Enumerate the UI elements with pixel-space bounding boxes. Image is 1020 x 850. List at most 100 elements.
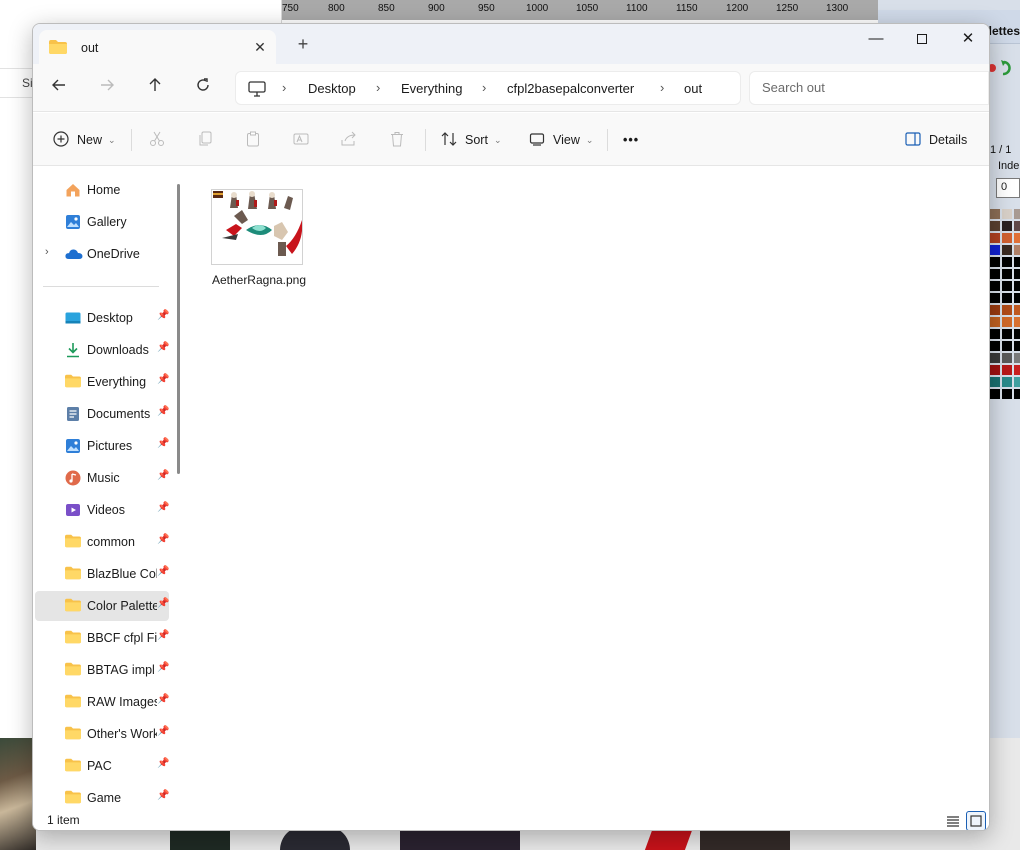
view-button[interactable]: View ⌄ (529, 127, 593, 153)
divider (425, 129, 426, 151)
sidebar-item-everything[interactable]: Everything 📌 (35, 367, 169, 397)
chevron-right-icon[interactable]: › (660, 80, 664, 95)
this-pc-icon[interactable] (248, 81, 266, 100)
rename-icon (293, 131, 309, 150)
chevron-right-icon[interactable]: › (376, 80, 380, 95)
share-button[interactable] (341, 127, 365, 153)
search-box[interactable] (749, 71, 989, 105)
refresh-icon[interactable] (191, 77, 215, 101)
cut-button[interactable] (149, 127, 173, 153)
search-input[interactable] (762, 80, 962, 95)
music-icon (65, 470, 81, 486)
sidebar-item-common[interactable]: common 📌 (35, 527, 169, 557)
new-button[interactable]: New ⌄ (53, 127, 116, 153)
pin-icon[interactable]: 📌 (157, 310, 169, 321)
sidebar-item-desktop[interactable]: Desktop 📌 (35, 303, 169, 333)
sort-button[interactable]: Sort ⌄ (441, 127, 501, 153)
pin-icon[interactable]: 📌 (157, 694, 169, 705)
up-arrow-icon[interactable] (143, 77, 167, 101)
scissors-icon (149, 131, 165, 150)
address-bar: › Desktop › Everything › cfpl2basepalcon… (33, 64, 989, 112)
plus-icon[interactable]: + (293, 35, 313, 55)
sidebar-item-bbcf[interactable]: BBCF cfpl Fil 📌 (35, 623, 169, 653)
sidebar-item-game[interactable]: Game 📌 (35, 783, 169, 810)
large-icons-view-icon[interactable] (966, 811, 986, 830)
close-window-icon[interactable]: ✕ (945, 24, 989, 56)
details-view-icon[interactable] (943, 811, 963, 830)
paste-button[interactable] (245, 127, 269, 153)
sidebar-item-label: BBTAG impl F (87, 663, 157, 677)
breadcrumb-item[interactable]: out (684, 81, 702, 96)
folder-icon (65, 758, 81, 774)
sidebar-scrollbar[interactable] (177, 184, 180, 474)
tab-out[interactable]: out ✕ (39, 30, 276, 64)
delete-button[interactable] (389, 127, 413, 153)
more-options-button[interactable]: ••• (623, 127, 639, 153)
sidebar-item-pac[interactable]: PAC 📌 (35, 751, 169, 781)
copy-button[interactable] (197, 127, 221, 153)
sidebar-item-documents[interactable]: Documents 📌 (35, 399, 169, 429)
background-index-field: 0 (996, 178, 1020, 198)
pin-icon[interactable]: 📌 (157, 790, 169, 801)
background-page-label: 1 / 1 (990, 144, 1012, 156)
back-arrow-icon[interactable] (47, 77, 71, 101)
minimize-icon[interactable]: — (853, 24, 899, 56)
navigation-pane: Home Gallery › OneDrive Desktop 📌 Downlo… (33, 167, 179, 810)
pin-icon[interactable]: 📌 (157, 726, 169, 737)
rename-button[interactable] (293, 127, 317, 153)
sidebar-item-label: Everything (87, 375, 147, 389)
sidebar-item-bbtag[interactable]: BBTAG impl F 📌 (35, 655, 169, 685)
breadcrumb-item[interactable]: Everything (401, 81, 462, 96)
pin-icon[interactable]: 📌 (157, 566, 169, 577)
file-name: AetherRagna.png (211, 273, 307, 287)
sidebar-item-label: Music (87, 471, 120, 485)
file-list[interactable]: AetherRagna.png (187, 167, 989, 810)
breadcrumb[interactable]: › Desktop › Everything › cfpl2basepalcon… (235, 71, 741, 105)
divider (131, 129, 132, 151)
sidebar-item-home[interactable]: Home (35, 175, 169, 205)
sidebar-item-videos[interactable]: Videos 📌 (35, 495, 169, 525)
forward-arrow-icon[interactable] (95, 77, 119, 101)
background-toolbar-icons (988, 58, 1020, 78)
sidebar-item-color-palette[interactable]: Color Palette 📌 (35, 591, 169, 621)
pin-icon[interactable]: 📌 (157, 662, 169, 673)
pin-icon[interactable]: 📌 (157, 502, 169, 513)
folder-icon (65, 374, 81, 390)
ruler-label: 1050 (576, 3, 599, 14)
background-palette-grid (990, 209, 1020, 399)
chevron-right-icon[interactable]: › (282, 80, 286, 95)
pin-icon[interactable]: 📌 (157, 758, 169, 769)
sidebar-item-gallery[interactable]: Gallery (35, 207, 169, 237)
folder-icon (65, 566, 81, 582)
pin-icon[interactable]: 📌 (157, 534, 169, 545)
chevron-right-icon[interactable]: › (482, 80, 486, 95)
pin-icon[interactable]: 📌 (157, 630, 169, 641)
folder-icon (65, 598, 81, 614)
sidebar-item-others-work[interactable]: Other's Work 📌 (35, 719, 169, 749)
breadcrumb-item[interactable]: Desktop (308, 81, 356, 96)
sidebar-item-pictures[interactable]: Pictures 📌 (35, 431, 169, 461)
chevron-right-icon[interactable]: › (45, 246, 49, 258)
sidebar-item-downloads[interactable]: Downloads 📌 (35, 335, 169, 365)
pin-icon[interactable]: 📌 (157, 598, 169, 609)
pin-icon[interactable]: 📌 (157, 438, 169, 449)
sidebar-item-raw-images[interactable]: RAW Images 📌 (35, 687, 169, 717)
breadcrumb-item[interactable]: cfpl2basepalconverter (507, 81, 634, 96)
pin-icon[interactable]: 📌 (157, 374, 169, 385)
sidebar-item-music[interactable]: Music 📌 (35, 463, 169, 493)
pin-icon[interactable]: 📌 (157, 342, 169, 353)
ruler-label: 800 (328, 3, 345, 14)
close-icon[interactable]: ✕ (251, 38, 269, 56)
maximize-icon[interactable] (899, 24, 945, 56)
details-button-label: Details (929, 133, 968, 147)
file-item[interactable]: AetherRagna.png (211, 189, 307, 289)
sidebar-item-onedrive[interactable]: › OneDrive (35, 239, 169, 269)
pin-icon[interactable]: 📌 (157, 406, 169, 417)
refresh-icon (988, 60, 1011, 76)
pin-icon[interactable]: 📌 (157, 470, 169, 481)
details-button[interactable]: Details (905, 127, 967, 153)
sidebar-item-blazblue[interactable]: BlazBlue Colo 📌 (35, 559, 169, 589)
file-explorer-window: out ✕ + — ✕ › Desktop › Everything › cfp… (32, 23, 990, 831)
pictures-icon (65, 438, 81, 454)
video-icon (65, 502, 81, 518)
